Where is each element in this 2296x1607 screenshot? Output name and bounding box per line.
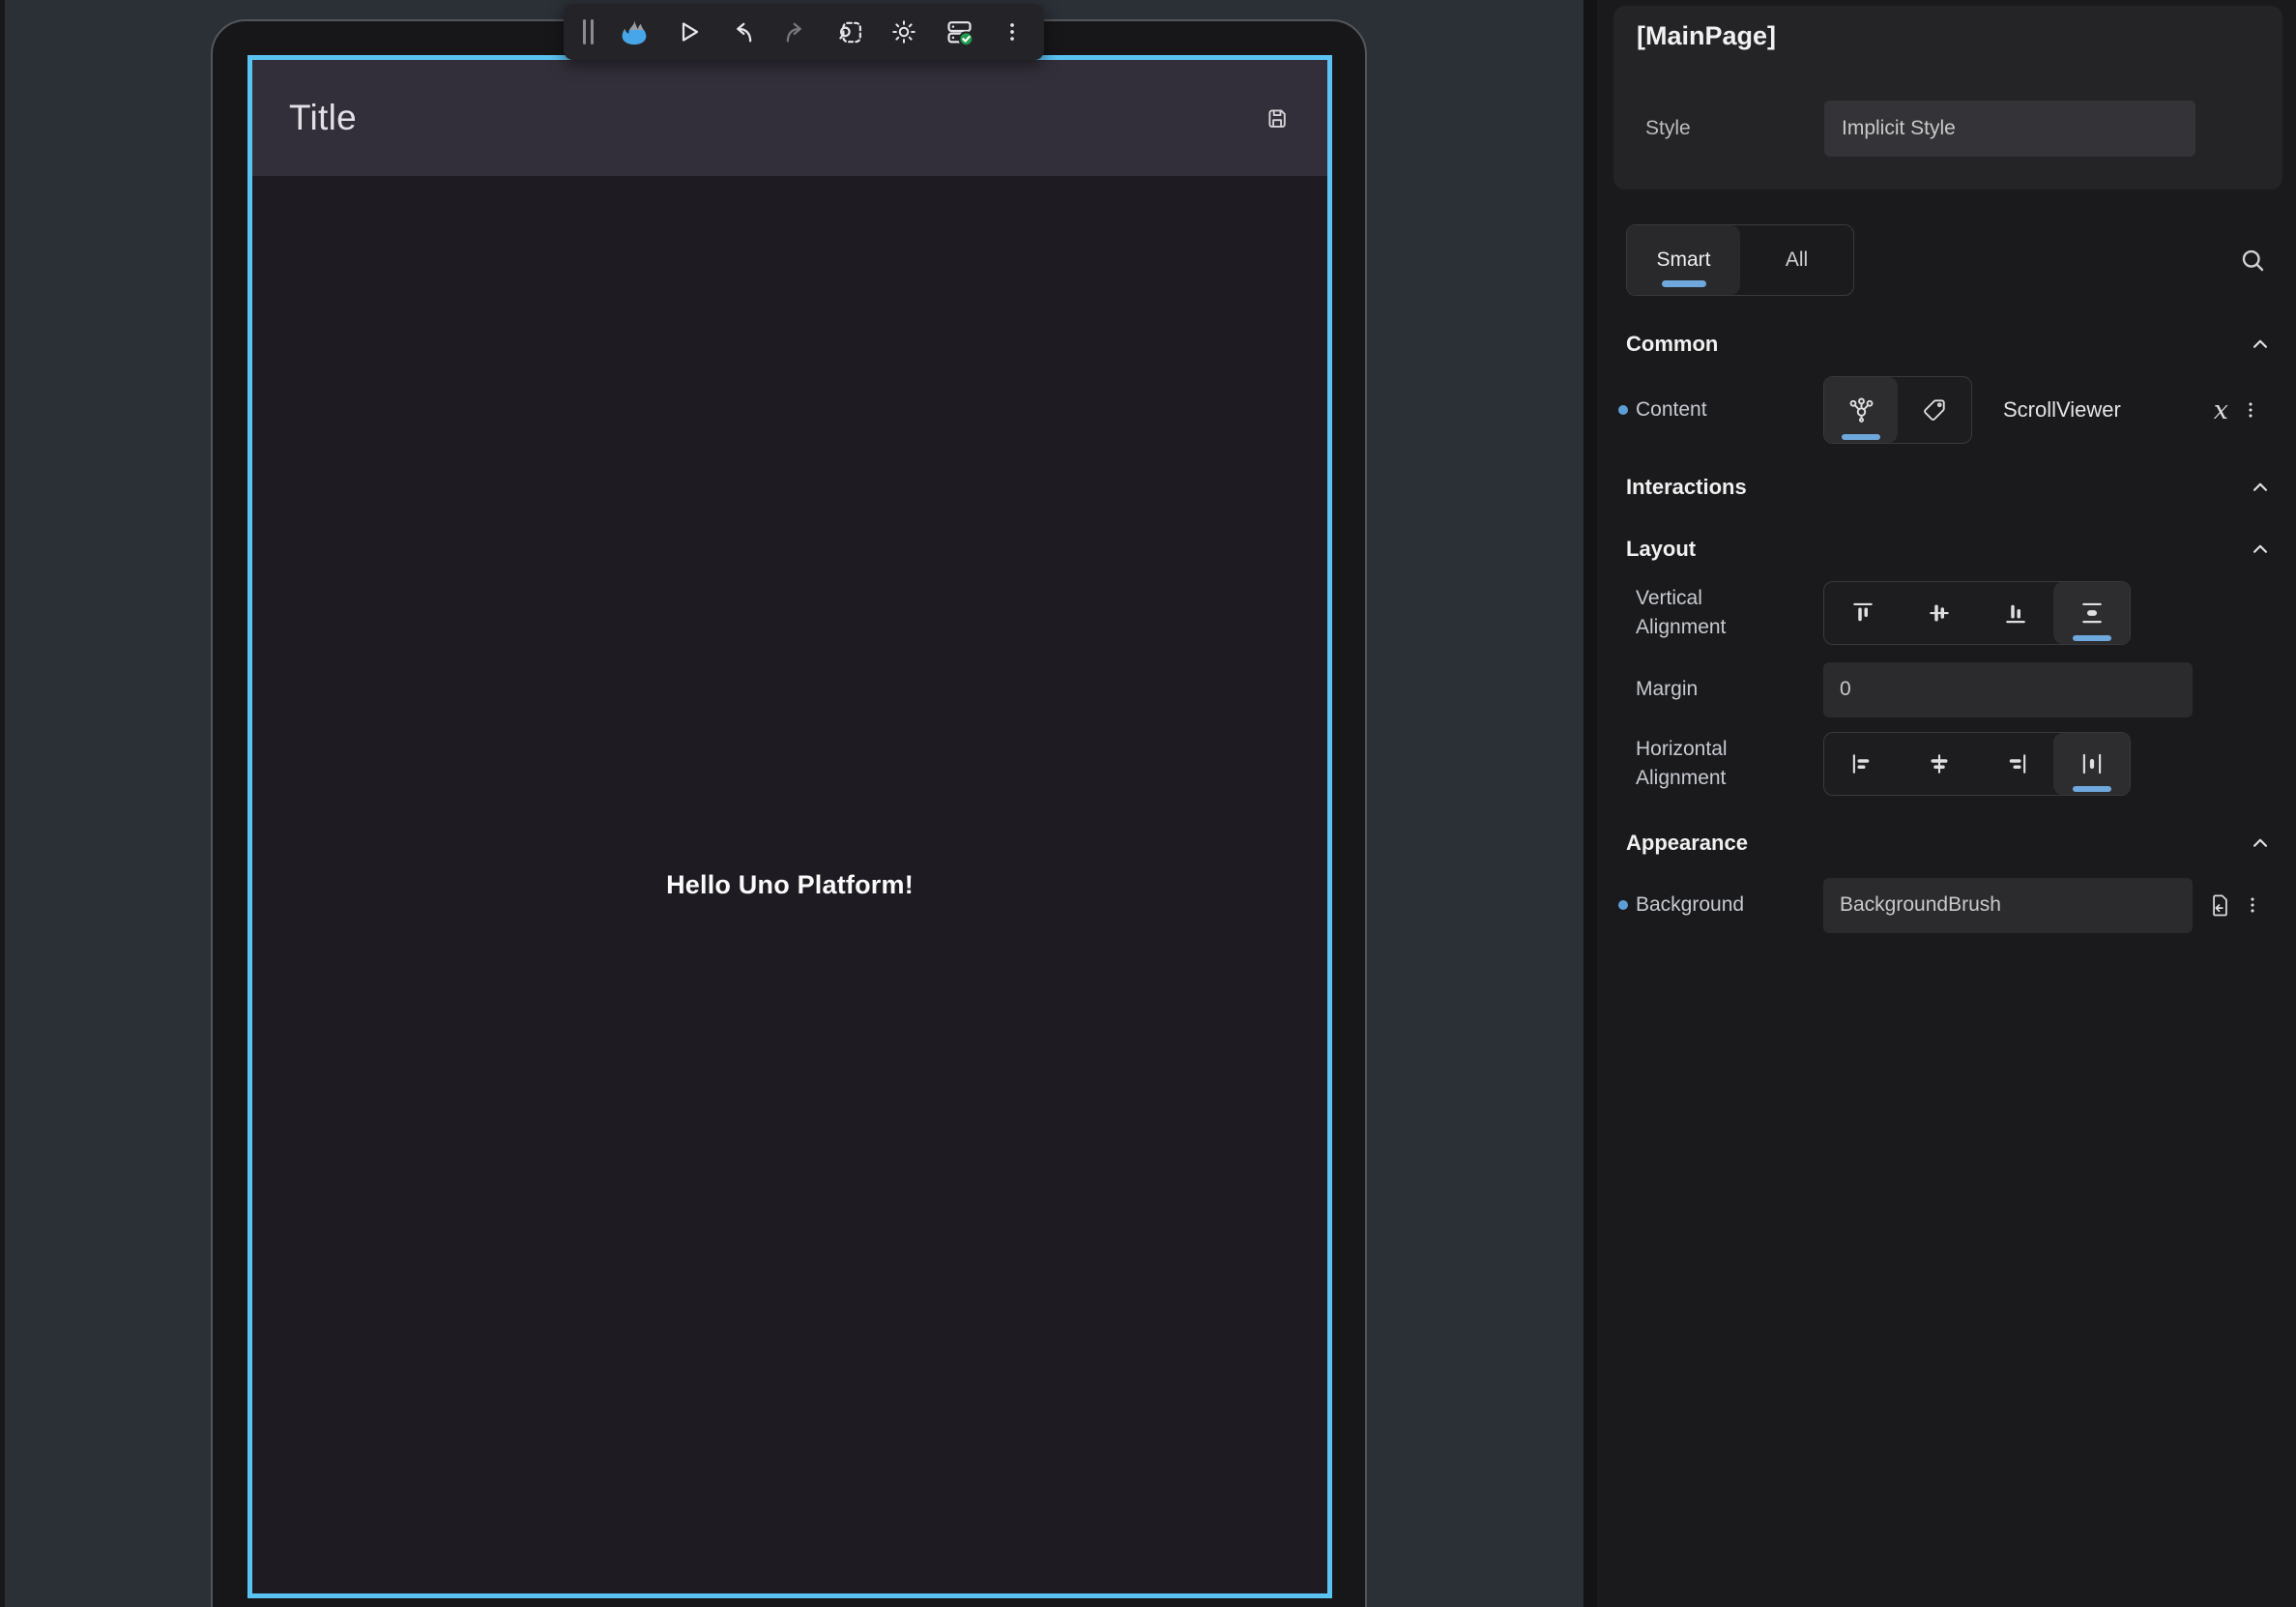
resource-document-icon[interactable] bbox=[2205, 891, 2232, 919]
window-left-edge bbox=[0, 0, 5, 1607]
margin-label: Margin bbox=[1636, 675, 1823, 704]
margin-input[interactable]: 0 bbox=[1823, 662, 2193, 717]
theme-light-icon[interactable] bbox=[889, 17, 918, 46]
drag-handle-icon[interactable] bbox=[583, 19, 594, 44]
save-icon[interactable] bbox=[1264, 104, 1291, 131]
align-left-icon[interactable] bbox=[1824, 733, 1901, 795]
tab-smart-label: Smart bbox=[1656, 248, 1710, 272]
horizontal-alignment-group bbox=[1823, 732, 2131, 796]
selected-element-card: [MainPage] Style Implicit Style bbox=[1613, 6, 2282, 190]
hot-design-workspace: Title Hello Uno Platform! bbox=[0, 0, 2296, 1607]
tab-all[interactable]: All bbox=[1740, 225, 1853, 295]
properties-panel: [MainPage] Style Implicit Style Smart Al… bbox=[1597, 0, 2296, 1607]
dev-server-connected-icon[interactable] bbox=[944, 16, 975, 48]
background-input[interactable]: BackgroundBrush bbox=[1823, 878, 2193, 933]
style-input[interactable]: Implicit Style bbox=[1824, 101, 2195, 157]
tab-smart[interactable]: Smart bbox=[1627, 225, 1740, 295]
panel-divider bbox=[1584, 0, 1597, 1607]
markup-x-icon[interactable]: x bbox=[2214, 395, 2228, 425]
content-property-row: Content bbox=[1613, 375, 2282, 445]
style-label: Style bbox=[1645, 117, 1824, 140]
property-tab-group: Smart All bbox=[1626, 224, 1854, 296]
tag-icon bbox=[1920, 395, 1949, 424]
section-common-title: Common bbox=[1626, 332, 1718, 357]
margin-row: Margin 0 bbox=[1613, 661, 2282, 717]
selected-page-outline[interactable]: Title Hello Uno Platform! bbox=[247, 55, 1332, 1598]
content-value: ScrollViewer bbox=[2003, 397, 2121, 423]
app-content-area[interactable]: Hello Uno Platform! bbox=[252, 176, 1327, 1593]
tab-all-label: All bbox=[1786, 248, 1808, 272]
modified-dot bbox=[1618, 405, 1628, 415]
redo-icon[interactable] bbox=[781, 17, 810, 46]
background-value: BackgroundBrush bbox=[1840, 893, 2001, 917]
content-mode-toggle bbox=[1823, 376, 1972, 444]
content-more-icon[interactable] bbox=[2240, 399, 2261, 421]
vertical-alignment-group bbox=[1823, 581, 2131, 645]
hot-design-toolbar bbox=[564, 4, 1044, 60]
section-appearance-header[interactable]: Appearance bbox=[1626, 826, 2273, 861]
chevron-up-icon[interactable] bbox=[2248, 475, 2273, 500]
stretch-vertical-icon[interactable] bbox=[2053, 582, 2130, 644]
section-interactions-header[interactable]: Interactions bbox=[1626, 470, 2273, 505]
background-property-row: Background BackgroundBrush bbox=[1613, 876, 2282, 934]
section-appearance-title: Appearance bbox=[1626, 831, 1748, 856]
align-vcenter-icon[interactable] bbox=[1901, 582, 1977, 644]
app-title-bar[interactable]: Title bbox=[252, 60, 1327, 176]
background-more-icon[interactable] bbox=[2242, 894, 2263, 916]
property-tabbar: Smart All bbox=[1626, 224, 2267, 296]
selected-element-name: [MainPage] bbox=[1637, 21, 1776, 51]
vertical-alignment-row: Vertical Alignment bbox=[1613, 580, 2282, 646]
align-bottom-icon[interactable] bbox=[1977, 582, 2053, 644]
horizontal-alignment-row: Horizontal Alignment bbox=[1613, 731, 2282, 797]
margin-value: 0 bbox=[1840, 678, 1851, 701]
section-common-header[interactable]: Common bbox=[1626, 327, 2273, 362]
more-menu-icon[interactable] bbox=[1000, 19, 1025, 44]
undo-icon[interactable] bbox=[728, 17, 757, 46]
chevron-up-icon[interactable] bbox=[2248, 332, 2273, 357]
hello-text[interactable]: Hello Uno Platform! bbox=[666, 870, 914, 900]
style-value: Implicit Style bbox=[1842, 117, 1956, 140]
style-row: Style Implicit Style bbox=[1645, 101, 2195, 157]
align-right-icon[interactable] bbox=[1977, 733, 2053, 795]
section-layout-header[interactable]: Layout bbox=[1626, 532, 2273, 567]
stretch-horizontal-icon[interactable] bbox=[2053, 733, 2130, 795]
inspect-element-icon[interactable] bbox=[835, 17, 865, 47]
app-title: Title bbox=[289, 98, 357, 138]
horizontal-alignment-label: Horizontal Alignment bbox=[1636, 735, 1823, 793]
background-label: Background bbox=[1636, 891, 1823, 920]
element-tree-icon bbox=[1846, 395, 1876, 425]
align-hcenter-icon[interactable] bbox=[1901, 733, 1977, 795]
chevron-up-icon[interactable] bbox=[2248, 831, 2273, 856]
chevron-up-icon[interactable] bbox=[2248, 537, 2273, 562]
content-label: Content bbox=[1636, 395, 1823, 424]
vertical-alignment-label: Vertical Alignment bbox=[1636, 584, 1823, 642]
play-icon[interactable] bbox=[674, 17, 703, 46]
search-icon[interactable] bbox=[2238, 246, 2267, 275]
content-mode-element[interactable] bbox=[1824, 377, 1898, 443]
modified-dot bbox=[1618, 900, 1628, 910]
section-interactions-title: Interactions bbox=[1626, 475, 1747, 500]
device-frame: Title Hello Uno Platform! bbox=[211, 19, 1367, 1607]
align-top-icon[interactable] bbox=[1824, 582, 1901, 644]
content-mode-literal[interactable] bbox=[1898, 377, 1971, 443]
section-layout-title: Layout bbox=[1626, 537, 1696, 562]
hot-design-flame-icon[interactable] bbox=[619, 16, 650, 47]
